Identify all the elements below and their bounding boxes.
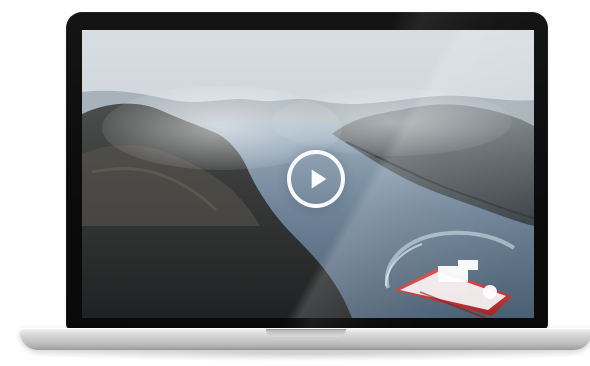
laptop-lid [66, 12, 548, 330]
laptop-shadow [26, 347, 586, 361]
page [0, 0, 590, 366]
play-icon [311, 169, 327, 189]
play-button[interactable] [287, 150, 345, 208]
laptop-notch [266, 329, 346, 337]
video-screen[interactable] [82, 30, 534, 318]
mist-2 [272, 88, 512, 156]
